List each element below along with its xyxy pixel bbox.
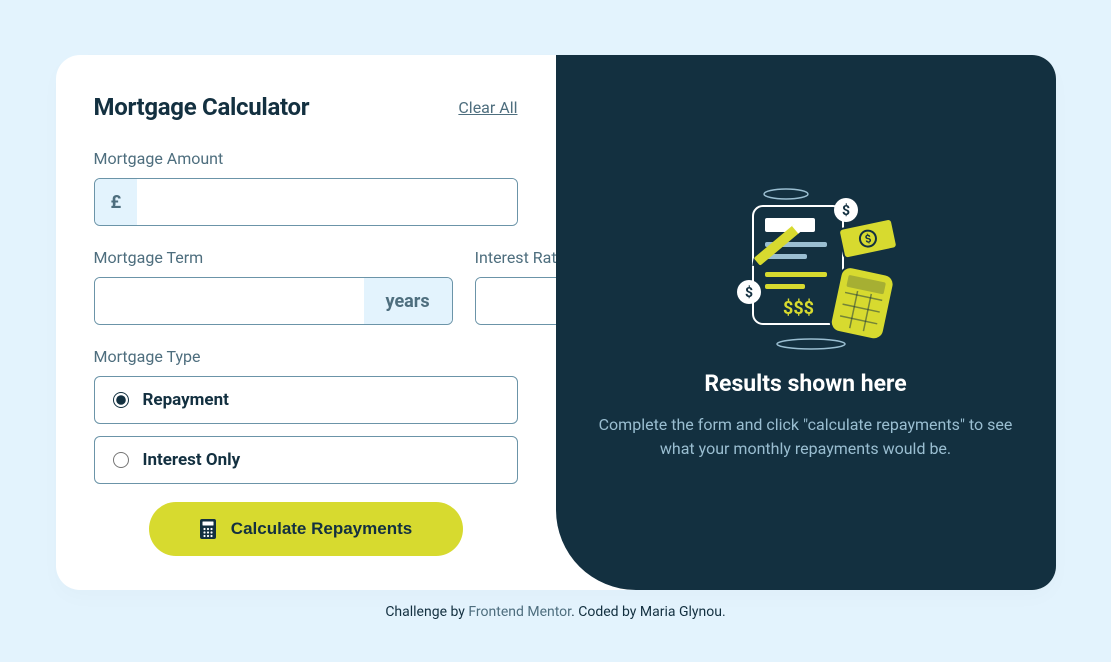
results-panel: $$$ $ $ $ [556,55,1056,590]
page-title: Mortgage Calculator [94,93,310,121]
calculator-card: Mortgage Calculator Clear All Mortgage A… [56,55,1056,590]
footer-prefix: Challenge by [385,604,468,620]
svg-text:$: $ [841,202,849,219]
footer-suffix: . Coded by Maria Glynou. [571,604,726,620]
type-radio-repayment[interactable] [113,392,129,408]
results-description: Complete the form and click "calculate r… [596,413,1016,461]
term-input-group: years [94,277,453,325]
footer-link[interactable]: Frontend Mentor [468,604,571,620]
calculate-button-label: Calculate Repayments [231,519,412,539]
empty-results-illustration-icon: $$$ $ $ $ [711,184,901,354]
form-header: Mortgage Calculator Clear All [94,93,518,121]
type-label: Mortgage Type [94,347,518,366]
term-col: Mortgage Term years [94,248,453,347]
amount-input-group: £ [94,178,518,226]
results-title: Results shown here [704,370,906,397]
amount-label: Mortgage Amount [94,149,518,168]
amount-input[interactable] [137,179,516,225]
type-option-label: Repayment [143,390,229,410]
type-option-interest-only[interactable]: Interest Only [94,436,518,484]
calculator-icon [199,518,217,540]
clear-all-link[interactable]: Clear All [458,98,517,117]
svg-text:$: $ [744,284,752,301]
attribution-footer: Challenge by Frontend Mentor. Coded by M… [385,604,725,620]
type-radio-interest-only[interactable] [113,452,129,468]
type-option-repayment[interactable]: Repayment [94,376,518,424]
amount-prefix: £ [95,179,138,225]
calculate-button[interactable]: Calculate Repayments [149,502,463,556]
type-option-label: Interest Only [143,450,241,470]
term-label: Mortgage Term [94,248,453,267]
form-panel: Mortgage Calculator Clear All Mortgage A… [56,55,556,590]
term-rate-row: Mortgage Term years Interest Rate % [94,248,518,347]
svg-text:$$$: $$$ [783,298,814,319]
term-suffix: years [364,278,452,324]
term-input[interactable] [95,278,364,324]
